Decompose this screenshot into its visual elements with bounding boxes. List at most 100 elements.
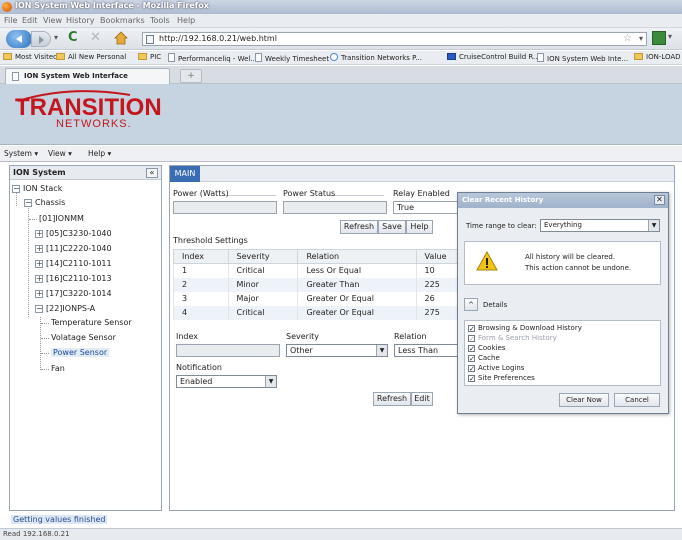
fieldset-border (330, 195, 384, 196)
checkmark-icon: ✓ (468, 345, 475, 353)
checkbox-active-logins[interactable]: ✓ Active Logins (468, 364, 524, 373)
bookmark-cruisecontrol[interactable]: CruiseControl Build R... (447, 53, 540, 61)
menu-view[interactable]: View (43, 16, 62, 25)
help-button[interactable]: Help (406, 220, 433, 234)
refresh-button[interactable]: Refresh (340, 220, 378, 234)
tab-main[interactable]: MAIN (170, 166, 200, 182)
tab-ion-system-web-interface[interactable]: ION System Web Interface (5, 68, 170, 84)
url-bar[interactable]: http://192.168.0.21/web.html ☆ ▾ (142, 32, 647, 46)
stop-icon[interactable]: ✕ (90, 30, 101, 46)
url-dropdown-icon[interactable]: ▾ (639, 34, 643, 43)
time-range-select[interactable]: Everything ▼ (540, 219, 660, 232)
expand-icon[interactable]: + (35, 275, 43, 283)
collapse-icon[interactable]: − (12, 185, 20, 193)
search-dropdown-icon[interactable]: ▾ (668, 32, 672, 48)
expand-icon[interactable]: + (35, 290, 43, 298)
menu-help[interactable]: Help (177, 16, 195, 25)
checkmark-icon: ✓ (468, 375, 475, 383)
details-toggle-button[interactable]: ^ (464, 298, 478, 311)
edit-button[interactable]: Edit (411, 392, 433, 406)
dialog-title-bar[interactable]: Clear Recent History ✕ (458, 193, 668, 208)
fieldset-border (222, 195, 276, 196)
column-header-index[interactable]: Index (173, 249, 229, 264)
menu-app-help[interactable]: Help ▾ (88, 149, 111, 158)
bookmark-weekly-timesheet[interactable]: Weekly Timesheet (255, 53, 329, 63)
bookmark-transition-networks[interactable]: Transition Networks P... (330, 53, 422, 62)
checkbox-cache[interactable]: ✓ Cache (468, 354, 500, 363)
table-row[interactable]: 2 Minor Greater Than 225 (173, 277, 471, 292)
tree-node-16-c2110[interactable]: + [16]C2110-1013 (35, 274, 112, 283)
table-row[interactable]: 1 Critical Less Or Equal 10 (173, 263, 471, 278)
collapse-icon[interactable]: − (24, 199, 32, 207)
close-icon[interactable]: ✕ (654, 195, 665, 205)
browser-status-bar: Read 192.168.0.21 (0, 528, 682, 540)
table-row[interactable]: 4 Critical Greater Or Equal 275 (173, 305, 471, 320)
severity-select[interactable]: Other ▼ (286, 344, 388, 357)
clear-now-button[interactable]: Clear Now (559, 393, 609, 407)
tree-node-temperature-sensor[interactable]: Temperature Sensor (51, 318, 132, 327)
search-engine-icon[interactable] (652, 31, 666, 45)
index-field[interactable] (176, 344, 280, 357)
menu-file[interactable]: File (4, 16, 17, 25)
collapse-panel-button[interactable]: « (146, 168, 158, 178)
tree-node-14-c2110[interactable]: + [14]C2110-1011 (35, 259, 112, 268)
refresh-threshold-button[interactable]: Refresh (373, 392, 411, 406)
tree-line (40, 317, 41, 370)
menu-bookmarks[interactable]: Bookmarks (100, 16, 145, 25)
cell-index: 1 (173, 263, 229, 278)
back-button[interactable] (6, 30, 32, 48)
status-message: Getting values finished (11, 515, 108, 524)
bookmarks-toolbar: Most Visited All New Personal PIC Perfor… (0, 51, 682, 65)
bookmark-ion-system[interactable]: ION System Web Inte... (537, 53, 628, 63)
checkbox-cookies[interactable]: ✓ Cookies (468, 344, 505, 353)
chevron-down-icon: ▼ (265, 376, 276, 387)
tree-node-ion-stack[interactable]: − ION Stack (12, 184, 62, 193)
notification-select[interactable]: Enabled ▼ (176, 375, 277, 388)
warning-icon (476, 251, 498, 271)
dropdown-history-icon[interactable]: ▾ (54, 33, 58, 49)
tree-node-11-c2220[interactable]: + [11]C2220-1040 (35, 244, 112, 253)
tree-node-01-ionmm[interactable]: [01]IONMM (39, 214, 84, 223)
menu-app-view[interactable]: View ▾ (48, 149, 72, 158)
expand-icon[interactable]: + (35, 230, 43, 238)
relay-enabled-field[interactable]: True (393, 201, 458, 214)
checkbox-browsing-download-history[interactable]: ✓ Browsing & Download History (468, 324, 582, 333)
menu-history[interactable]: History (66, 16, 94, 25)
tree-node-chassis[interactable]: − Chassis (24, 198, 65, 207)
forward-button[interactable] (31, 31, 51, 47)
column-header-severity[interactable]: Severity (227, 249, 299, 264)
column-header-relation[interactable]: Relation (297, 249, 417, 264)
expand-icon[interactable]: + (35, 245, 43, 253)
bookmark-pic[interactable]: PIC (138, 53, 161, 61)
tree-node-05-c3230[interactable]: + [05]C3230-1040 (35, 229, 112, 238)
cancel-button[interactable]: Cancel (614, 393, 660, 407)
table-row[interactable]: 3 Major Greater Or Equal 26 (173, 291, 471, 306)
home-icon[interactable] (113, 30, 129, 45)
collapse-icon[interactable]: − (35, 305, 43, 313)
checkbox-site-preferences[interactable]: ✓ Site Preferences (468, 374, 535, 383)
tree-node-22-ionps-a[interactable]: − [22]IONPS-A (35, 304, 95, 313)
menu-tools[interactable]: Tools (150, 16, 170, 25)
bookmark-performanceliq[interactable]: Performanceliq - Wel... (168, 53, 257, 63)
reload-icon[interactable]: C (68, 30, 78, 46)
tree-node-power-sensor[interactable]: Power Sensor (51, 348, 110, 357)
save-button[interactable]: Save (378, 220, 406, 234)
tree-node-voltage-sensor[interactable]: Volatage Sensor (51, 333, 116, 342)
cell-index: 4 (173, 305, 229, 320)
tree-line (28, 205, 29, 317)
new-tab-button[interactable]: + (180, 69, 202, 83)
cell-relation: Greater Or Equal (297, 305, 417, 320)
threshold-table: Index Severity Relation Value 1 Critical… (173, 249, 472, 320)
menu-system[interactable]: System ▾ (4, 149, 38, 158)
cell-severity: Critical (227, 305, 298, 320)
bookmark-most-visited[interactable]: Most Visited (3, 53, 58, 61)
relation-select[interactable]: Less Than (394, 344, 460, 357)
bookmark-ion-load[interactable]: ION-LOAD (634, 53, 681, 61)
tree-node-fan[interactable]: Fan (51, 364, 65, 373)
bookmark-all-new-personal[interactable]: All New Personal (56, 53, 126, 61)
window-title-bar[interactable]: ION System Web Interface - Mozilla Firef… (0, 0, 682, 14)
expand-icon[interactable]: + (35, 260, 43, 268)
bookmark-star-icon[interactable]: ☆ (623, 33, 632, 44)
menu-edit[interactable]: Edit (22, 16, 38, 25)
tree-node-17-c3220[interactable]: + [17]C3220-1014 (35, 289, 112, 298)
